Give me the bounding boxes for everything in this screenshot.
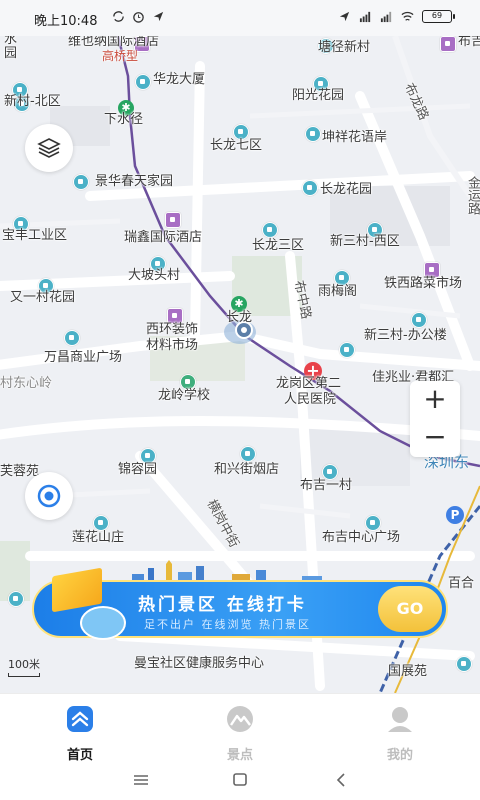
poi-icon[interactable] [305, 126, 321, 142]
menu-icon[interactable] [132, 773, 150, 787]
map-label: 雨梅阁 [318, 284, 358, 299]
signal-icon [359, 11, 371, 23]
tab-label: 我的 [386, 748, 413, 763]
hotel-icon[interactable] [165, 212, 181, 228]
map-label: 国展苑 [388, 664, 428, 679]
sync-icon [113, 11, 124, 22]
mountain-icon [227, 706, 253, 732]
location-arrow-icon [153, 11, 164, 22]
map-label: 阳光花园 [292, 88, 345, 103]
alarm-icon [133, 12, 144, 23]
parking-icon[interactable]: P [446, 506, 464, 524]
map-label: 布吉一村 [300, 478, 353, 493]
home-icon [67, 706, 93, 732]
poi-icon[interactable] [73, 174, 89, 190]
poi-icon[interactable] [339, 342, 355, 358]
poi-icon[interactable] [262, 222, 278, 238]
map-label: 长龙花园 [320, 182, 373, 197]
back-icon[interactable] [333, 772, 349, 788]
map-label: 华龙大厦 [153, 72, 206, 87]
map-label: 龙岭学校 [158, 388, 211, 403]
poi-icon[interactable] [240, 446, 256, 462]
map-label: 又一村花园 [10, 290, 76, 305]
tab-profile[interactable]: 我的 [360, 704, 440, 763]
poi-icon[interactable] [135, 74, 151, 90]
system-nav-bar [0, 763, 480, 800]
map-label: 新三村-办公楼 [364, 328, 447, 343]
poi-icon[interactable] [8, 591, 24, 607]
map-label: 长龙 [226, 310, 253, 325]
poi-icon[interactable] [365, 515, 381, 531]
map-label: 大坡头村 [128, 268, 181, 283]
poi-icon[interactable] [93, 515, 109, 531]
signal-icon [380, 11, 392, 23]
map-label: 万昌商业广场 [44, 350, 123, 365]
user-icon [388, 707, 412, 732]
zoom-out-button[interactable]: − [410, 419, 460, 457]
scale-bar [8, 673, 40, 677]
map-scale: 100米 [8, 656, 40, 677]
status-time: 晚上10:48 [34, 14, 98, 29]
map-label: 曼宝社区健康服务中心 [134, 656, 265, 671]
poi-icon[interactable] [440, 36, 456, 52]
map-label: 材料市场 [146, 338, 199, 353]
map-label: 西环装饰 [146, 322, 199, 337]
map-label: 长龙三区 [252, 238, 305, 253]
map-label: 铁西路菜市场 [384, 276, 463, 291]
go-button[interactable]: GO [378, 586, 442, 632]
map-label: 景华春天家园 [95, 174, 174, 189]
map-label: 百合 [448, 576, 475, 591]
map-label: 塘径新村 [318, 40, 371, 55]
zoom-control: + − [410, 381, 460, 457]
layers-button[interactable] [25, 124, 73, 172]
map-label: 长龙七区 [210, 138, 263, 153]
poi-icon[interactable] [456, 656, 472, 672]
map-label: 高桥型 [102, 49, 139, 63]
locate-button[interactable] [25, 472, 73, 520]
map-label: 莲花山庄 [72, 530, 125, 545]
poi-icon[interactable] [302, 180, 318, 196]
tab-home[interactable]: 首页 [40, 704, 120, 763]
home-square-icon[interactable] [231, 772, 249, 788]
map-label: 宝丰工业区 [2, 228, 68, 243]
wifi-icon [401, 11, 414, 21]
tab-label: 首页 [66, 748, 93, 763]
banner-title: 热门景区 在线打卡 [138, 595, 307, 615]
locate-icon [37, 484, 61, 508]
layers-icon [37, 138, 61, 158]
status-bar: 晚上10:48 69 [0, 0, 480, 36]
map-label: 金运路 [465, 176, 480, 215]
map-label: 瑞鑫国际酒店 [124, 230, 203, 245]
map-label: 布吉中心广场 [322, 530, 401, 545]
poi-icon[interactable] [411, 312, 427, 328]
battery-icon: 69 [422, 10, 455, 23]
map-label: 布吉 [458, 36, 480, 49]
scale-label: 100米 [8, 658, 40, 671]
map-label: 和兴街烟店 [214, 462, 280, 477]
heart-icon [80, 606, 126, 640]
map-label: 新村-北区 [4, 94, 61, 109]
map-label: 人民医院 [284, 392, 337, 407]
map-label: 龙岗区第二 [276, 376, 342, 391]
map-label: 锦容园 [118, 462, 158, 477]
poi-icon[interactable] [64, 330, 80, 346]
tab-label: 景点 [226, 748, 253, 763]
zoom-in-button[interactable]: + [410, 381, 460, 419]
map-label: 坤祥花语岸 [322, 130, 388, 145]
map-label: 园 [4, 46, 18, 61]
map-label: 村东心岭 [0, 376, 53, 391]
map-label: 下水径 [104, 112, 144, 127]
location-arrow-icon [339, 11, 350, 22]
map-label: 新三村-西区 [330, 234, 400, 249]
banner-subtitle: 足不出户 在线浏览 热门景区 [144, 618, 311, 631]
tab-scenic[interactable]: 景点 [200, 704, 280, 763]
bottom-tab-bar: 首页 景点 我的 [0, 693, 480, 763]
promo-banner[interactable]: 热门景区 在线打卡 足不出户 在线浏览 热门景区 GO [32, 560, 448, 654]
